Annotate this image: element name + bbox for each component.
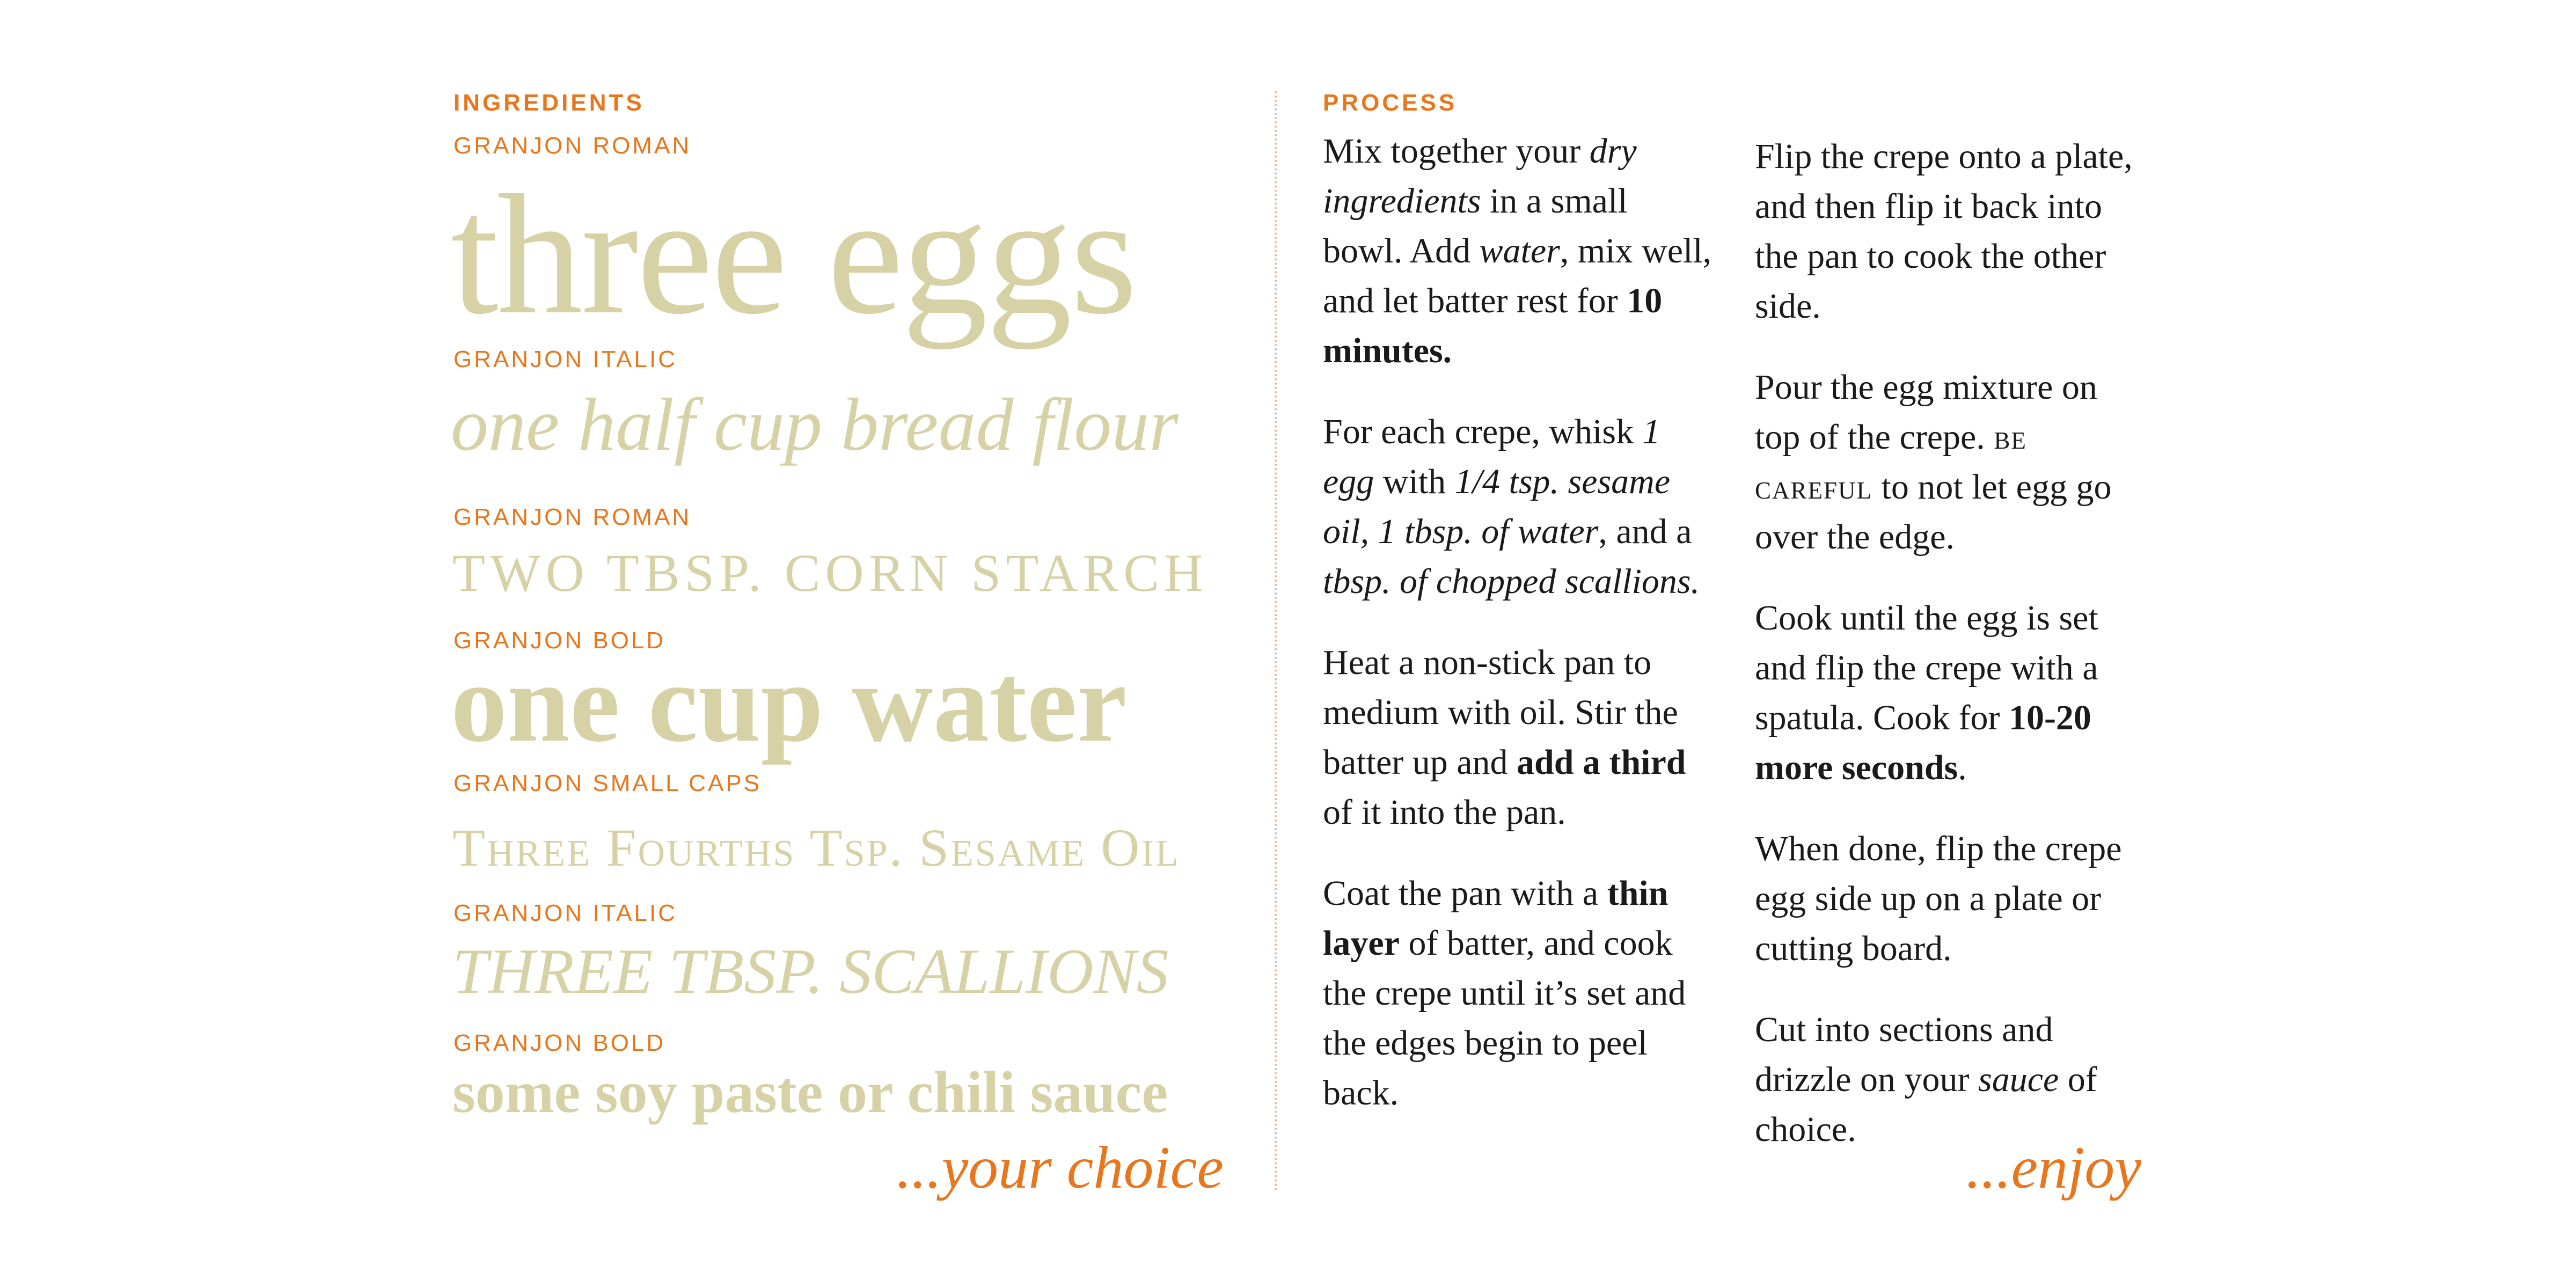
ingredient-soy-chili: some soy paste or chili sauce [452,1059,1168,1125]
ingredient-corn-starch: TWO TBSP. CORN STARCH [452,543,1208,603]
process-step-2-run-3: with [1374,462,1455,501]
process-step-6-run-1: Pour the egg mixture on top of the crepe… [1755,368,2097,457]
process-step-2-run-6: tbsp. of chopped scallions. [1323,562,1700,601]
process-step-2: For each crepe, whisk 1 egg with 1/4 tsp… [1323,407,1715,606]
process-step-4-run-1: Coat the pan with a [1323,874,1607,913]
ingredient-bread-flour: one half cup bread flour [451,383,1179,466]
process-step-5-run-1: Flip the crepe onto a plate, and then fl… [1755,137,2133,326]
process-step-7: Cook until the egg is set and flip the c… [1755,593,2147,793]
process-column-1: Mix together your dry ingredients in a s… [1323,126,1715,1149]
process-step-4: Coat the pan with a thin layer of batter… [1323,868,1715,1118]
ingredient-three-eggs: three eggs [451,160,1137,350]
process-step-7-run-3: . [1958,748,1967,787]
font-label-5: GRANJON SMALL CAPS [453,770,762,796]
font-label-1: GRANJON ROMAN [453,133,692,159]
column-divider [1275,91,1277,1191]
process-step-2-run-5: , and a [1598,512,1692,551]
process-step-1-run-4: water [1479,231,1560,270]
process-step-3-run-2: add a third [1517,743,1686,782]
ingredients-heading: INGREDIENTS [453,90,645,116]
process-step-2-run-1: For each crepe, whisk [1323,412,1643,451]
ingredient-cup-water: one cup water [451,641,1127,765]
process-step-9-run-2: sauce [1978,1060,2059,1099]
process-step-1: Mix together your dry ingredients in a s… [1323,126,1715,376]
font-label-6: GRANJON ITALIC [453,900,678,926]
font-label-2: GRANJON ITALIC [453,346,678,372]
process-heading: PROCESS [1323,90,1458,116]
process-column-2: Flip the crepe onto a plate, and then fl… [1755,131,2147,1185]
font-label-7: GRANJON BOLD [453,1030,666,1056]
ingredient-sesame-oil: Three Fourths Tsp. Sesame Oil [452,818,1180,877]
ingredients-signoff: ...your choice [896,1135,1224,1201]
font-label-3: GRANJON ROMAN [453,504,692,530]
process-step-5: Flip the crepe onto a plate, and then fl… [1755,131,2147,331]
process-step-6: Pour the egg mixture on top of the crepe… [1755,362,2147,562]
process-step-3: Heat a non-stick pan to medium with oil.… [1323,638,1715,837]
process-step-8-run-1: When done, flip the crepe egg side up on… [1755,829,2122,968]
process-signoff: ...enjoy [1966,1135,2141,1201]
process-step-9: Cut into sections and drizzle on your sa… [1755,1005,2147,1154]
process-step-1-run-1: Mix together your [1323,131,1590,171]
ingredient-scallions: THREE TBSP. SCALLIONS [452,935,1169,1007]
process-step-3-run-3: of it into the pan. [1323,793,1566,832]
process-step-8: When done, flip the crepe egg side up on… [1755,824,2147,974]
